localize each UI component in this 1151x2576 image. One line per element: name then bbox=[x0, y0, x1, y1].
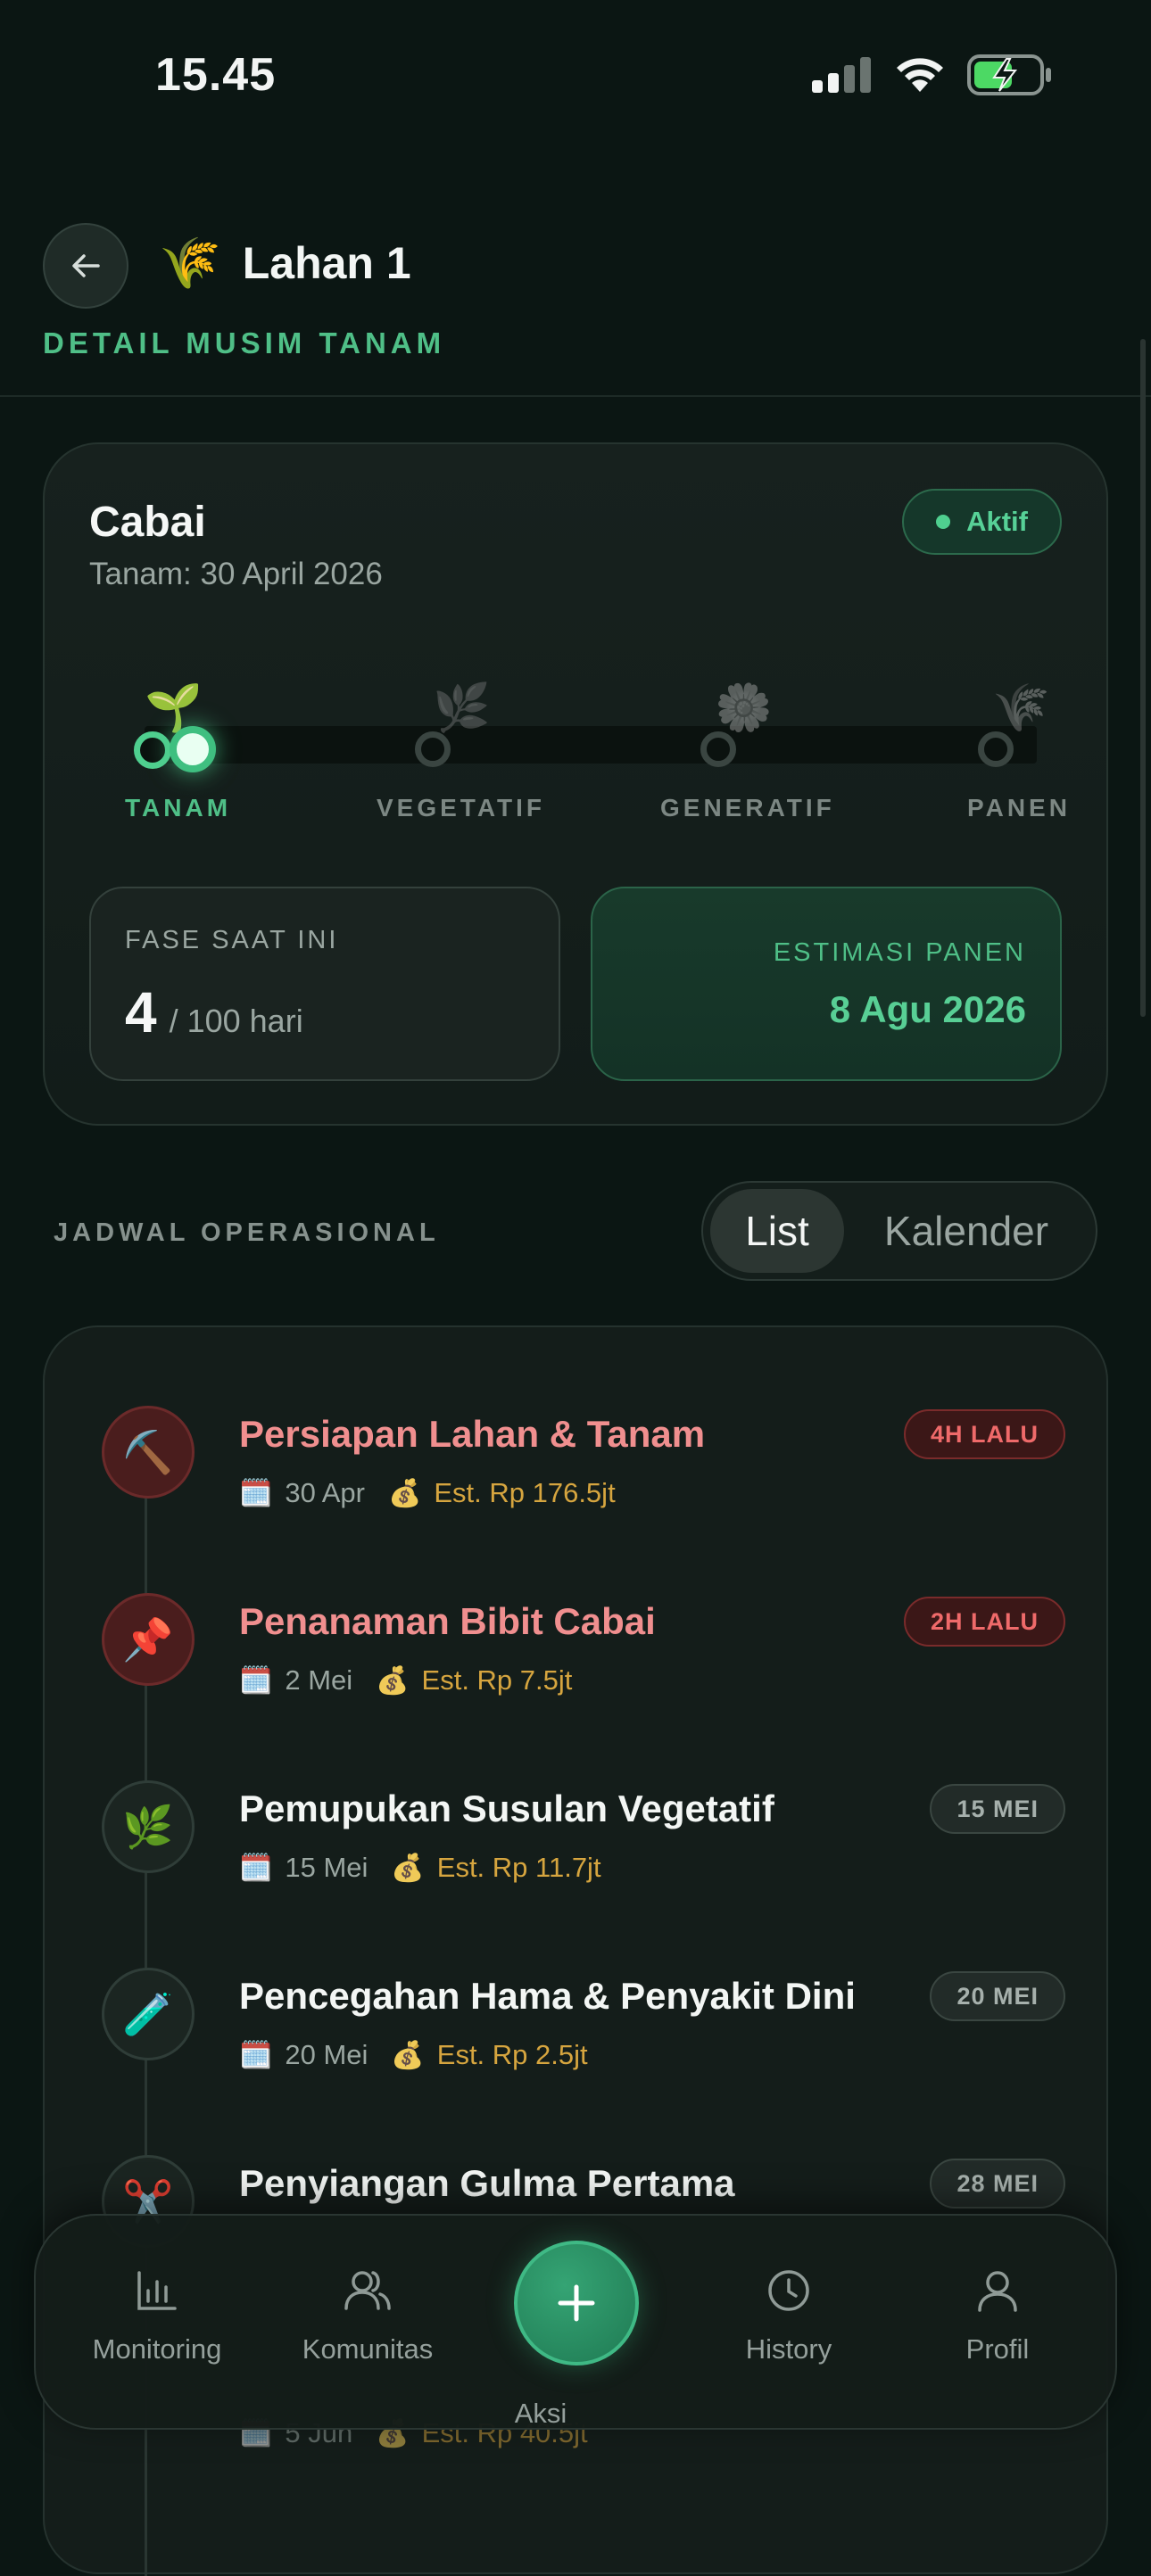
money-bag-icon: 💰 bbox=[391, 1853, 425, 1883]
phase-node bbox=[415, 731, 451, 767]
nav-label: History bbox=[745, 2333, 832, 2365]
herb-icon: 🌿 bbox=[433, 682, 491, 734]
pickaxe-icon: ⛏️ bbox=[102, 1406, 195, 1499]
phase-label-panen: PANEN bbox=[967, 794, 1071, 822]
task-title: Pemupukan Susulan Vegetatif bbox=[239, 1788, 774, 1829]
arrow-left-icon bbox=[72, 254, 100, 277]
calendar-icon: 🗓️ bbox=[239, 2040, 273, 2070]
current-phase-label: FASE SAAT INI bbox=[125, 926, 339, 954]
current-phase-box: FASE SAAT INI 4 / 100 hari bbox=[89, 887, 560, 1081]
battery-icon bbox=[967, 54, 1051, 95]
task-item[interactable]: ⛏️ Persiapan Lahan & Tanam 🗓️ 30 Apr 💰 E… bbox=[102, 1406, 1065, 1584]
season-card: Cabai Tanam: 30 April 2026 Aktif 🌱 TANAM… bbox=[43, 442, 1108, 1126]
signal-icon bbox=[812, 57, 871, 93]
phase-node-active bbox=[134, 731, 171, 769]
task-item[interactable]: 🧪 Pencegahan Hama & Penyakit Dini 🗓️ 20 … bbox=[102, 1968, 1065, 2146]
task-title: Penanaman Bibit Cabai bbox=[239, 1600, 656, 1642]
phase-label-generatif: GENERATIF bbox=[660, 794, 835, 822]
task-time-badge: 4H LALU bbox=[904, 1409, 1065, 1459]
nav-monitoring[interactable]: Monitoring bbox=[68, 2267, 246, 2365]
task-meta: 🗓️ 20 Mei 💰 Est. Rp 2.5jt bbox=[239, 2039, 588, 2071]
task-date: 15 Mei bbox=[285, 1852, 368, 1883]
rice-icon: 🌾 bbox=[992, 682, 1050, 734]
pushpin-icon: 📌 bbox=[102, 1593, 195, 1686]
task-cost: Est. Rp 11.7jt bbox=[436, 1852, 601, 1883]
plus-icon bbox=[558, 2284, 595, 2322]
calendar-icon: 🗓️ bbox=[239, 1853, 273, 1883]
page-title-text: Lahan 1 bbox=[242, 238, 411, 288]
total-days: / 100 hari bbox=[169, 1003, 303, 1039]
flower-icon: 🌼 bbox=[715, 682, 773, 734]
toggle-list[interactable]: List bbox=[710, 1189, 844, 1273]
status-time: 15.45 bbox=[155, 49, 277, 101]
page-title: 🌾 Lahan 1 bbox=[159, 234, 411, 293]
calendar-icon: 🗓️ bbox=[239, 1665, 273, 1696]
phase-label-tanam: TANAM bbox=[125, 794, 232, 822]
status-badge: Aktif bbox=[902, 489, 1062, 555]
task-date-badge: 15 MEI bbox=[930, 1784, 1065, 1834]
money-bag-icon: 💰 bbox=[387, 1478, 422, 1508]
wifi-icon bbox=[897, 58, 943, 92]
schedule-title: JADWAL OPERASIONAL bbox=[54, 1218, 440, 1247]
task-title: Persiapan Lahan & Tanam bbox=[239, 1413, 706, 1455]
status-dot bbox=[936, 515, 951, 529]
test-tube-icon: 🧪 bbox=[102, 1968, 195, 2060]
task-date: 20 Mei bbox=[285, 2039, 368, 2070]
sprout-icon: 🌱 bbox=[145, 682, 203, 734]
calendar-icon: 🗓️ bbox=[239, 1478, 273, 1508]
toggle-calendar[interactable]: Kalender bbox=[844, 1189, 1089, 1273]
task-meta: 🗓️ 15 Mei 💰 Est. Rp 11.7jt bbox=[239, 1852, 601, 1884]
plant-date: Tanam: 30 April 2026 bbox=[89, 557, 383, 591]
crop-name: Cabai bbox=[89, 499, 206, 546]
rice-icon: 🌾 bbox=[159, 235, 221, 291]
bar-chart-icon bbox=[137, 2271, 177, 2310]
current-day: 4 bbox=[125, 980, 157, 1044]
nav-history[interactable]: History bbox=[700, 2267, 878, 2365]
money-bag-icon: 💰 bbox=[391, 2040, 425, 2070]
current-phase-value: 4 / 100 hari bbox=[125, 979, 303, 1045]
users-icon bbox=[344, 2271, 391, 2310]
task-title: Penyiangan Gulma Pertama bbox=[239, 2162, 735, 2204]
user-icon bbox=[978, 2271, 1017, 2312]
herb-icon: 🌿 bbox=[102, 1780, 195, 1873]
status-icons bbox=[810, 54, 1053, 96]
task-item[interactable]: 🌿 Pemupukan Susulan Vegetatif 🗓️ 15 Mei … bbox=[102, 1780, 1065, 1959]
task-cost: Est. Rp 176.5jt bbox=[434, 1477, 616, 1508]
header-divider bbox=[0, 395, 1151, 397]
task-item[interactable]: 📌 Penanaman Bibit Cabai 🗓️ 2 Mei 💰 Est. … bbox=[102, 1593, 1065, 1771]
nav-label: Komunitas bbox=[302, 2333, 434, 2365]
harvest-estimate-box: ESTIMASI PANEN 8 Agu 2026 bbox=[591, 887, 1062, 1081]
money-bag-icon: 💰 bbox=[376, 1665, 410, 1696]
phase-progress-knob bbox=[170, 726, 216, 772]
task-time-badge: 2H LALU bbox=[904, 1597, 1065, 1647]
nav-profil[interactable]: Profil bbox=[908, 2267, 1087, 2365]
task-cost: Est. Rp 2.5jt bbox=[436, 2039, 588, 2070]
task-date: 2 Mei bbox=[285, 1664, 353, 1696]
task-date-badge: 20 MEI bbox=[930, 1971, 1065, 2021]
scrollbar[interactable] bbox=[1140, 339, 1146, 1017]
page-subtitle: DETAIL MUSIM TANAM bbox=[43, 326, 446, 359]
task-date: 30 Apr bbox=[285, 1477, 365, 1508]
back-button[interactable] bbox=[43, 223, 128, 309]
task-meta: 🗓️ 2 Mei 💰 Est. Rp 7.5jt bbox=[239, 1664, 572, 1697]
harvest-estimate-date: 8 Agu 2026 bbox=[829, 988, 1026, 1030]
harvest-estimate-label: ESTIMASI PANEN bbox=[773, 938, 1026, 967]
task-date-badge: 28 MEI bbox=[930, 2159, 1065, 2209]
phase-label-vegetatif: VEGETATIF bbox=[377, 794, 545, 822]
phase-node bbox=[978, 731, 1014, 767]
phase-track bbox=[145, 726, 1037, 764]
task-meta: 🗓️ 30 Apr 💰 Est. Rp 176.5jt bbox=[239, 1477, 616, 1509]
task-cost: Est. Rp 7.5jt bbox=[421, 1664, 573, 1696]
status-badge-label: Aktif bbox=[966, 506, 1028, 537]
phase-node bbox=[700, 731, 736, 767]
nav-label-aksi: Aksi bbox=[514, 2398, 567, 2429]
view-toggle: List Kalender bbox=[701, 1181, 1097, 1281]
task-title: Pencegahan Hama & Penyakit Dini bbox=[239, 1975, 856, 2017]
nav-label: Monitoring bbox=[92, 2333, 222, 2365]
nav-label: Profil bbox=[965, 2333, 1030, 2365]
clock-icon bbox=[768, 2270, 809, 2311]
nav-komunitas[interactable]: Komunitas bbox=[278, 2267, 457, 2365]
action-fab-button[interactable] bbox=[514, 2241, 639, 2365]
